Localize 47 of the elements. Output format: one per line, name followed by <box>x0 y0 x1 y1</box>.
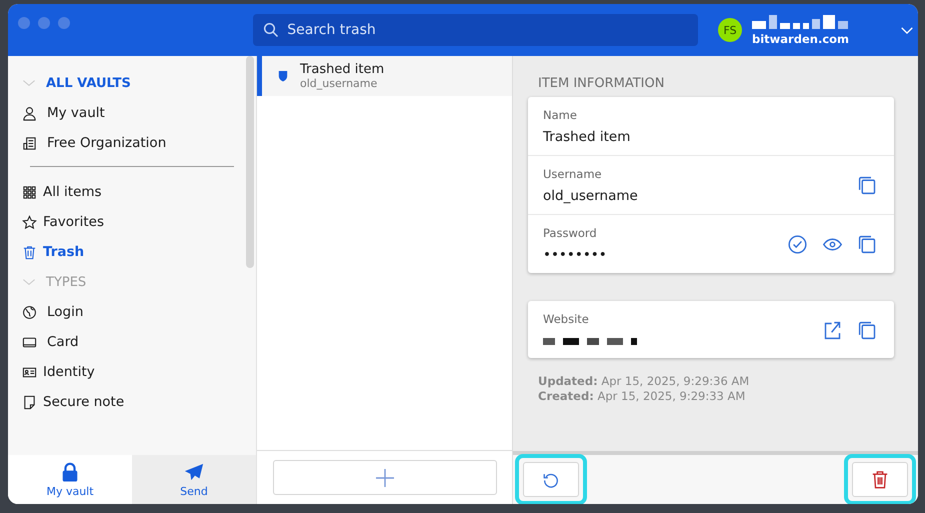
list-item[interactable]: Trashed item old_username <box>257 56 512 96</box>
field-label: Name <box>543 108 578 122</box>
copy-icon[interactable] <box>857 175 878 196</box>
person-icon <box>22 106 37 120</box>
field-label: Password <box>543 226 598 240</box>
item-name: Trashed item <box>300 62 384 77</box>
field-value: old_username <box>543 188 639 204</box>
field-label: Username <box>543 167 603 181</box>
copy-icon[interactable] <box>857 234 878 255</box>
shield-icon <box>278 70 288 82</box>
nav-tab[interactable]: My vault <box>8 455 132 504</box>
sidebar-item[interactable]: Secure note <box>22 387 256 417</box>
sidebar-item[interactable]: Card <box>22 327 256 357</box>
trash-icon <box>22 244 37 260</box>
copy-icon[interactable] <box>857 320 878 340</box>
paper-plane-icon <box>184 462 204 482</box>
building-icon <box>22 136 37 150</box>
trash-icon <box>871 470 889 490</box>
item-username: old_username <box>300 77 378 90</box>
sidebar-item[interactable]: My vault <box>22 98 256 128</box>
sidebar-item[interactable]: All items <box>22 177 256 207</box>
sidebar-item[interactable]: Favorites <box>22 207 256 237</box>
sidebar-item[interactable]: Login <box>22 297 256 327</box>
timestamp: Created: Apr 15, 2025, 9:29:33 AM <box>538 389 746 404</box>
sidebar-item[interactable]: Identity <box>22 357 256 387</box>
delete-button[interactable] <box>852 462 908 497</box>
external-link-icon[interactable] <box>822 320 843 340</box>
sidebar-item[interactable]: Free Organization <box>22 128 256 158</box>
star-icon <box>22 214 37 230</box>
section-header[interactable]: ALL VAULTS <box>46 76 131 90</box>
field-value: Trashed item <box>543 129 632 145</box>
plus-icon <box>374 468 394 488</box>
search-field[interactable]: Search trash <box>253 14 698 46</box>
check-circle-icon[interactable] <box>787 234 808 255</box>
lock-icon <box>60 462 80 482</box>
note-icon <box>22 394 37 410</box>
nav-tab[interactable]: Send <box>132 455 256 504</box>
field-value: •••••••• <box>543 247 608 263</box>
restore-button[interactable] <box>523 462 579 497</box>
timestamp: Updated: Apr 15, 2025, 9:29:36 AM <box>538 374 750 389</box>
grid-icon <box>22 184 37 200</box>
server-name: bitwarden.com <box>752 32 850 46</box>
avatar[interactable]: FS <box>718 18 742 42</box>
sidebar-item[interactable]: Trash <box>22 237 256 267</box>
field-label: Website <box>543 312 590 326</box>
section-heading: ITEM INFORMATION <box>538 76 666 91</box>
globe-icon <box>22 304 37 320</box>
